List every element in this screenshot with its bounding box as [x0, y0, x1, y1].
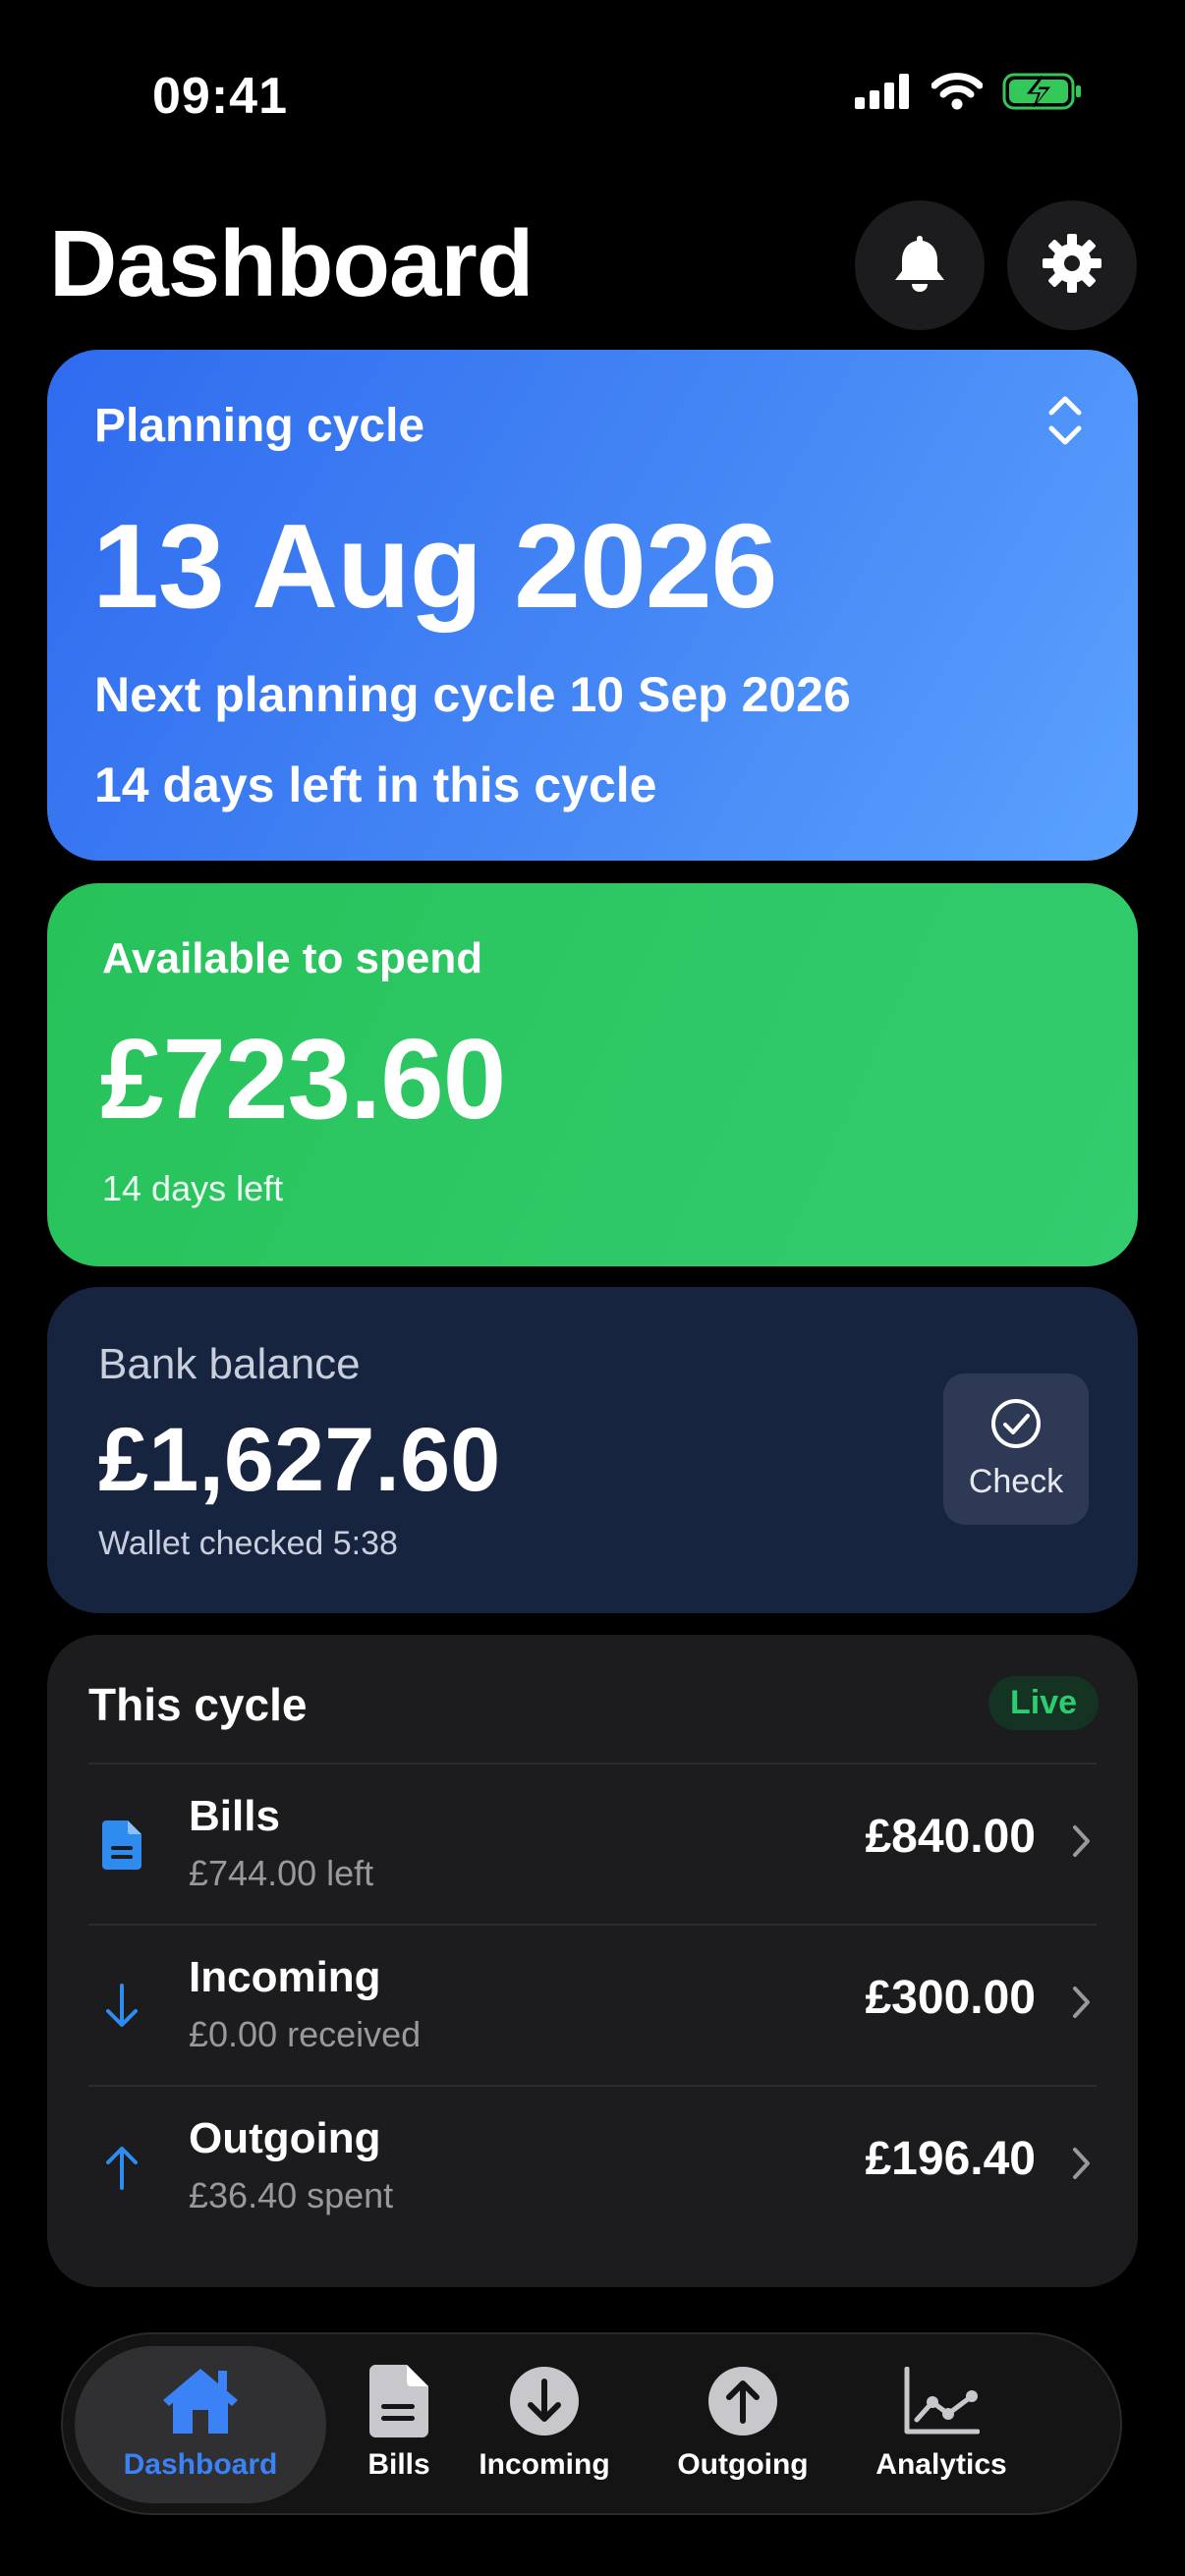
page-title: Dashboard — [49, 211, 534, 316]
check-balance-button[interactable]: Check — [943, 1373, 1089, 1525]
tab-label: Analytics — [875, 2448, 1007, 2481]
this-cycle-title: This cycle — [88, 1679, 308, 1730]
row-subtitle: £0.00 received — [189, 2014, 422, 2054]
cycle-row-bills[interactable]: Bills £744.00 left £840.00 — [47, 1764, 1138, 1924]
status-icons — [855, 69, 1083, 118]
checkmark-circle-icon — [989, 1397, 1043, 1455]
house-icon — [159, 2362, 242, 2440]
arrow-down-icon — [90, 1975, 153, 2038]
cycle-days-left: 14 days left in this cycle — [94, 757, 657, 812]
next-planning-cycle: Next planning cycle 10 Sep 2026 — [94, 667, 851, 722]
battery-charging-icon — [1002, 72, 1083, 116]
cycle-row-outgoing[interactable]: Outgoing £36.40 spent £196.40 — [47, 2087, 1138, 2246]
arrow-down-circle-icon — [509, 2362, 580, 2440]
check-button-label: Check — [968, 1463, 1064, 1500]
planning-cycle-card[interactable]: Planning cycle 13 Aug 2026 Next planning… — [47, 350, 1138, 861]
available-to-spend-card[interactable]: Available to spend £723.60 14 days left — [47, 883, 1138, 1266]
spend-days-left: 14 days left — [102, 1168, 284, 1208]
cellular-signal-icon — [855, 73, 912, 114]
notifications-button[interactable] — [855, 200, 985, 330]
chevron-right-icon — [1071, 1983, 1093, 2027]
bank-balance-label: Bank balance — [98, 1340, 361, 1388]
tab-bar: Dashboard Bills Incoming Outgoing Analyt… — [61, 2332, 1122, 2515]
this-cycle-card: This cycle Live Bills £744.00 left £840.… — [47, 1635, 1138, 2287]
wifi-icon — [931, 72, 984, 115]
cycle-row-incoming[interactable]: Incoming £0.00 received £300.00 — [47, 1926, 1138, 2085]
row-amount: £196.40 — [865, 2133, 1036, 2185]
planning-cycle-date: 13 Aug 2026 — [92, 499, 778, 633]
status-time: 09:41 — [152, 68, 288, 125]
tab-label: Bills — [367, 2448, 430, 2481]
available-to-spend-label: Available to spend — [102, 934, 483, 982]
tab-label: Dashboard — [123, 2448, 278, 2481]
settings-button[interactable] — [1007, 200, 1137, 330]
tab-analytics[interactable]: Analytics — [823, 2334, 1059, 2513]
available-to-spend-amount: £723.60 — [100, 1015, 506, 1143]
arrow-up-icon — [90, 2136, 153, 2199]
tab-label: Incoming — [479, 2448, 610, 2481]
document-icon — [369, 2362, 428, 2440]
row-amount: £840.00 — [865, 1811, 1036, 1863]
tab-label: Outgoing — [677, 2448, 809, 2481]
row-subtitle: £36.40 spent — [189, 2175, 394, 2215]
chevron-up-down-icon[interactable] — [1045, 393, 1085, 453]
arrow-up-circle-icon — [707, 2362, 778, 2440]
bell-icon — [890, 232, 949, 300]
row-subtitle: £744.00 left — [189, 1853, 374, 1893]
row-title: Incoming — [189, 1953, 381, 2001]
bank-balance-amount: £1,627.60 — [98, 1410, 501, 1510]
row-title: Outgoing — [189, 2114, 381, 2162]
chevron-right-icon — [1071, 2144, 1093, 2188]
row-amount: £300.00 — [865, 1972, 1036, 2024]
wallet-checked-time: Wallet checked 5:38 — [98, 1525, 398, 1562]
chart-line-icon — [903, 2362, 980, 2440]
live-badge: Live — [988, 1676, 1100, 1730]
gear-icon — [1041, 232, 1103, 300]
bank-balance-card: Bank balance £1,627.60 Wallet checked 5:… — [47, 1287, 1138, 1613]
chevron-right-icon — [1071, 1821, 1093, 1866]
document-icon — [90, 1814, 153, 1876]
planning-cycle-label: Planning cycle — [94, 400, 425, 452]
row-title: Bills — [189, 1792, 280, 1840]
